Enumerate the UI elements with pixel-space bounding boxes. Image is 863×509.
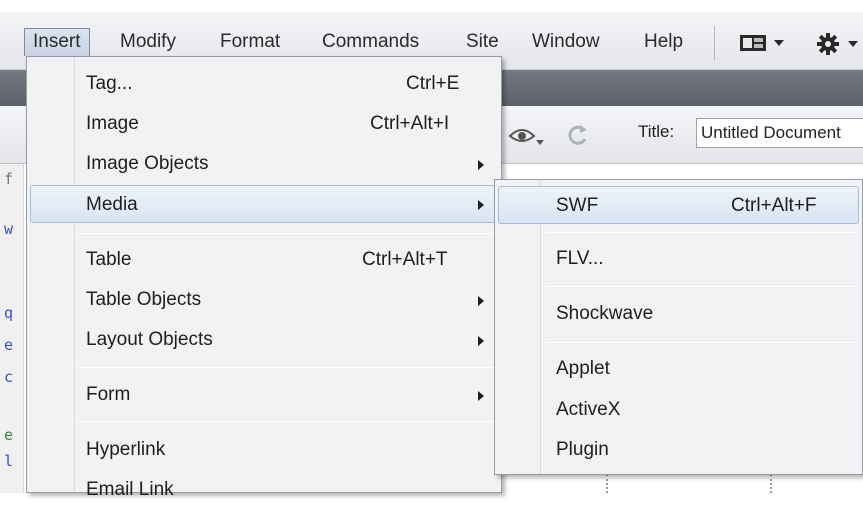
line-gutter: f w q e c e l: [0, 164, 24, 493]
menu-separator: [79, 367, 495, 368]
menu-item-shortcut: Ctrl+E: [406, 73, 460, 94]
gutter-char: f: [4, 170, 14, 188]
menu-item-label: Table: [86, 249, 132, 270]
media-submenu: SWF Ctrl+Alt+F FLV... Shockwave Applet A…: [494, 179, 863, 475]
menu-item-email-link[interactable]: Email Link: [30, 471, 498, 509]
menu-item-label: FLV...: [556, 248, 604, 269]
insert-menu: Tag... Ctrl+E Image Ctrl+Alt+I Image Obj…: [26, 56, 502, 500]
menu-separator: [79, 233, 495, 234]
menu-item-image-objects[interactable]: Image Objects: [30, 145, 498, 183]
submenu-arrow-icon: [478, 200, 484, 210]
menu-window[interactable]: Window: [524, 28, 608, 56]
menu-item-plugin[interactable]: Plugin: [498, 431, 859, 469]
menu-format[interactable]: Format: [212, 28, 288, 56]
menu-item-label: Image: [86, 113, 139, 134]
menu-item-shortcut: Ctrl+Alt+F: [731, 195, 817, 216]
menu-item-shortcut: Ctrl+Alt+I: [370, 113, 450, 134]
gutter-char: q: [4, 304, 14, 322]
guide-line: [770, 474, 772, 493]
menu-item-hyperlink[interactable]: Hyperlink: [30, 431, 498, 469]
gutter-char: w: [4, 220, 14, 238]
gutter-char: c: [4, 368, 14, 386]
gear-icon[interactable]: [816, 32, 862, 61]
menu-item-label: Form: [86, 384, 131, 405]
menu-item-label: Email Link: [86, 479, 174, 500]
menu-item-tag[interactable]: Tag... Ctrl+E: [30, 65, 498, 103]
layout-grid-icon[interactable]: [738, 32, 790, 59]
submenu-arrow-icon: [478, 296, 484, 306]
menu-item-flv[interactable]: FLV...: [498, 240, 859, 278]
menu-item-image[interactable]: Image Ctrl+Alt+I: [30, 105, 498, 143]
menu-item-label: Table Objects: [86, 289, 202, 310]
submenu-arrow-icon: [478, 391, 484, 401]
menu-separator: [545, 342, 856, 343]
menu-item-media[interactable]: Media: [30, 185, 498, 223]
menu-item-table-objects[interactable]: Table Objects: [30, 281, 498, 319]
gutter-char: e: [4, 426, 14, 444]
submenu-arrow-icon: [478, 336, 484, 346]
menu-item-form[interactable]: Form: [30, 376, 498, 414]
menu-item-table[interactable]: Table Ctrl+Alt+T: [30, 241, 498, 279]
menu-item-shockwave[interactable]: Shockwave: [498, 295, 859, 333]
menu-item-layout-objects[interactable]: Layout Objects: [30, 321, 498, 359]
title-label: Title:: [638, 122, 675, 141]
menu-separator: [79, 421, 495, 422]
menu-item-label: Applet: [556, 358, 610, 379]
menu-item-label: Hyperlink: [86, 439, 166, 460]
menu-item-label: Image Objects: [86, 153, 209, 174]
menu-item-shortcut: Ctrl+Alt+T: [362, 249, 448, 270]
menu-modify[interactable]: Modify: [112, 28, 184, 56]
menu-item-label: Layout Objects: [86, 329, 213, 350]
menu-item-swf[interactable]: SWF Ctrl+Alt+F: [498, 186, 859, 224]
menu-item-activex[interactable]: ActiveX: [498, 391, 859, 429]
menu-insert[interactable]: Insert: [24, 28, 90, 56]
menu-item-applet[interactable]: Applet: [498, 350, 859, 388]
gutter-char: e: [4, 336, 14, 354]
menu-item-label: Shockwave: [556, 303, 654, 324]
menu-separator: [545, 232, 856, 233]
menu-help[interactable]: Help: [636, 28, 691, 56]
menu-item-label: SWF: [556, 195, 599, 216]
title-input[interactable]: Untitled Document: [696, 118, 863, 148]
menu-item-label: Plugin: [556, 439, 609, 460]
menu-site[interactable]: Site: [458, 28, 507, 56]
menu-commands[interactable]: Commands: [314, 28, 427, 56]
menu-separator: [545, 286, 856, 287]
menu-item-label: Tag...: [86, 73, 133, 94]
refresh-icon[interactable]: [564, 122, 590, 153]
menubar-divider: [714, 26, 715, 60]
menu-item-label: Media: [86, 194, 138, 215]
guide-line: [606, 474, 608, 493]
gutter-char: l: [4, 452, 14, 470]
menu-item-label: ActiveX: [556, 399, 621, 420]
eye-preview-icon[interactable]: [506, 120, 546, 153]
submenu-arrow-icon: [478, 160, 484, 170]
